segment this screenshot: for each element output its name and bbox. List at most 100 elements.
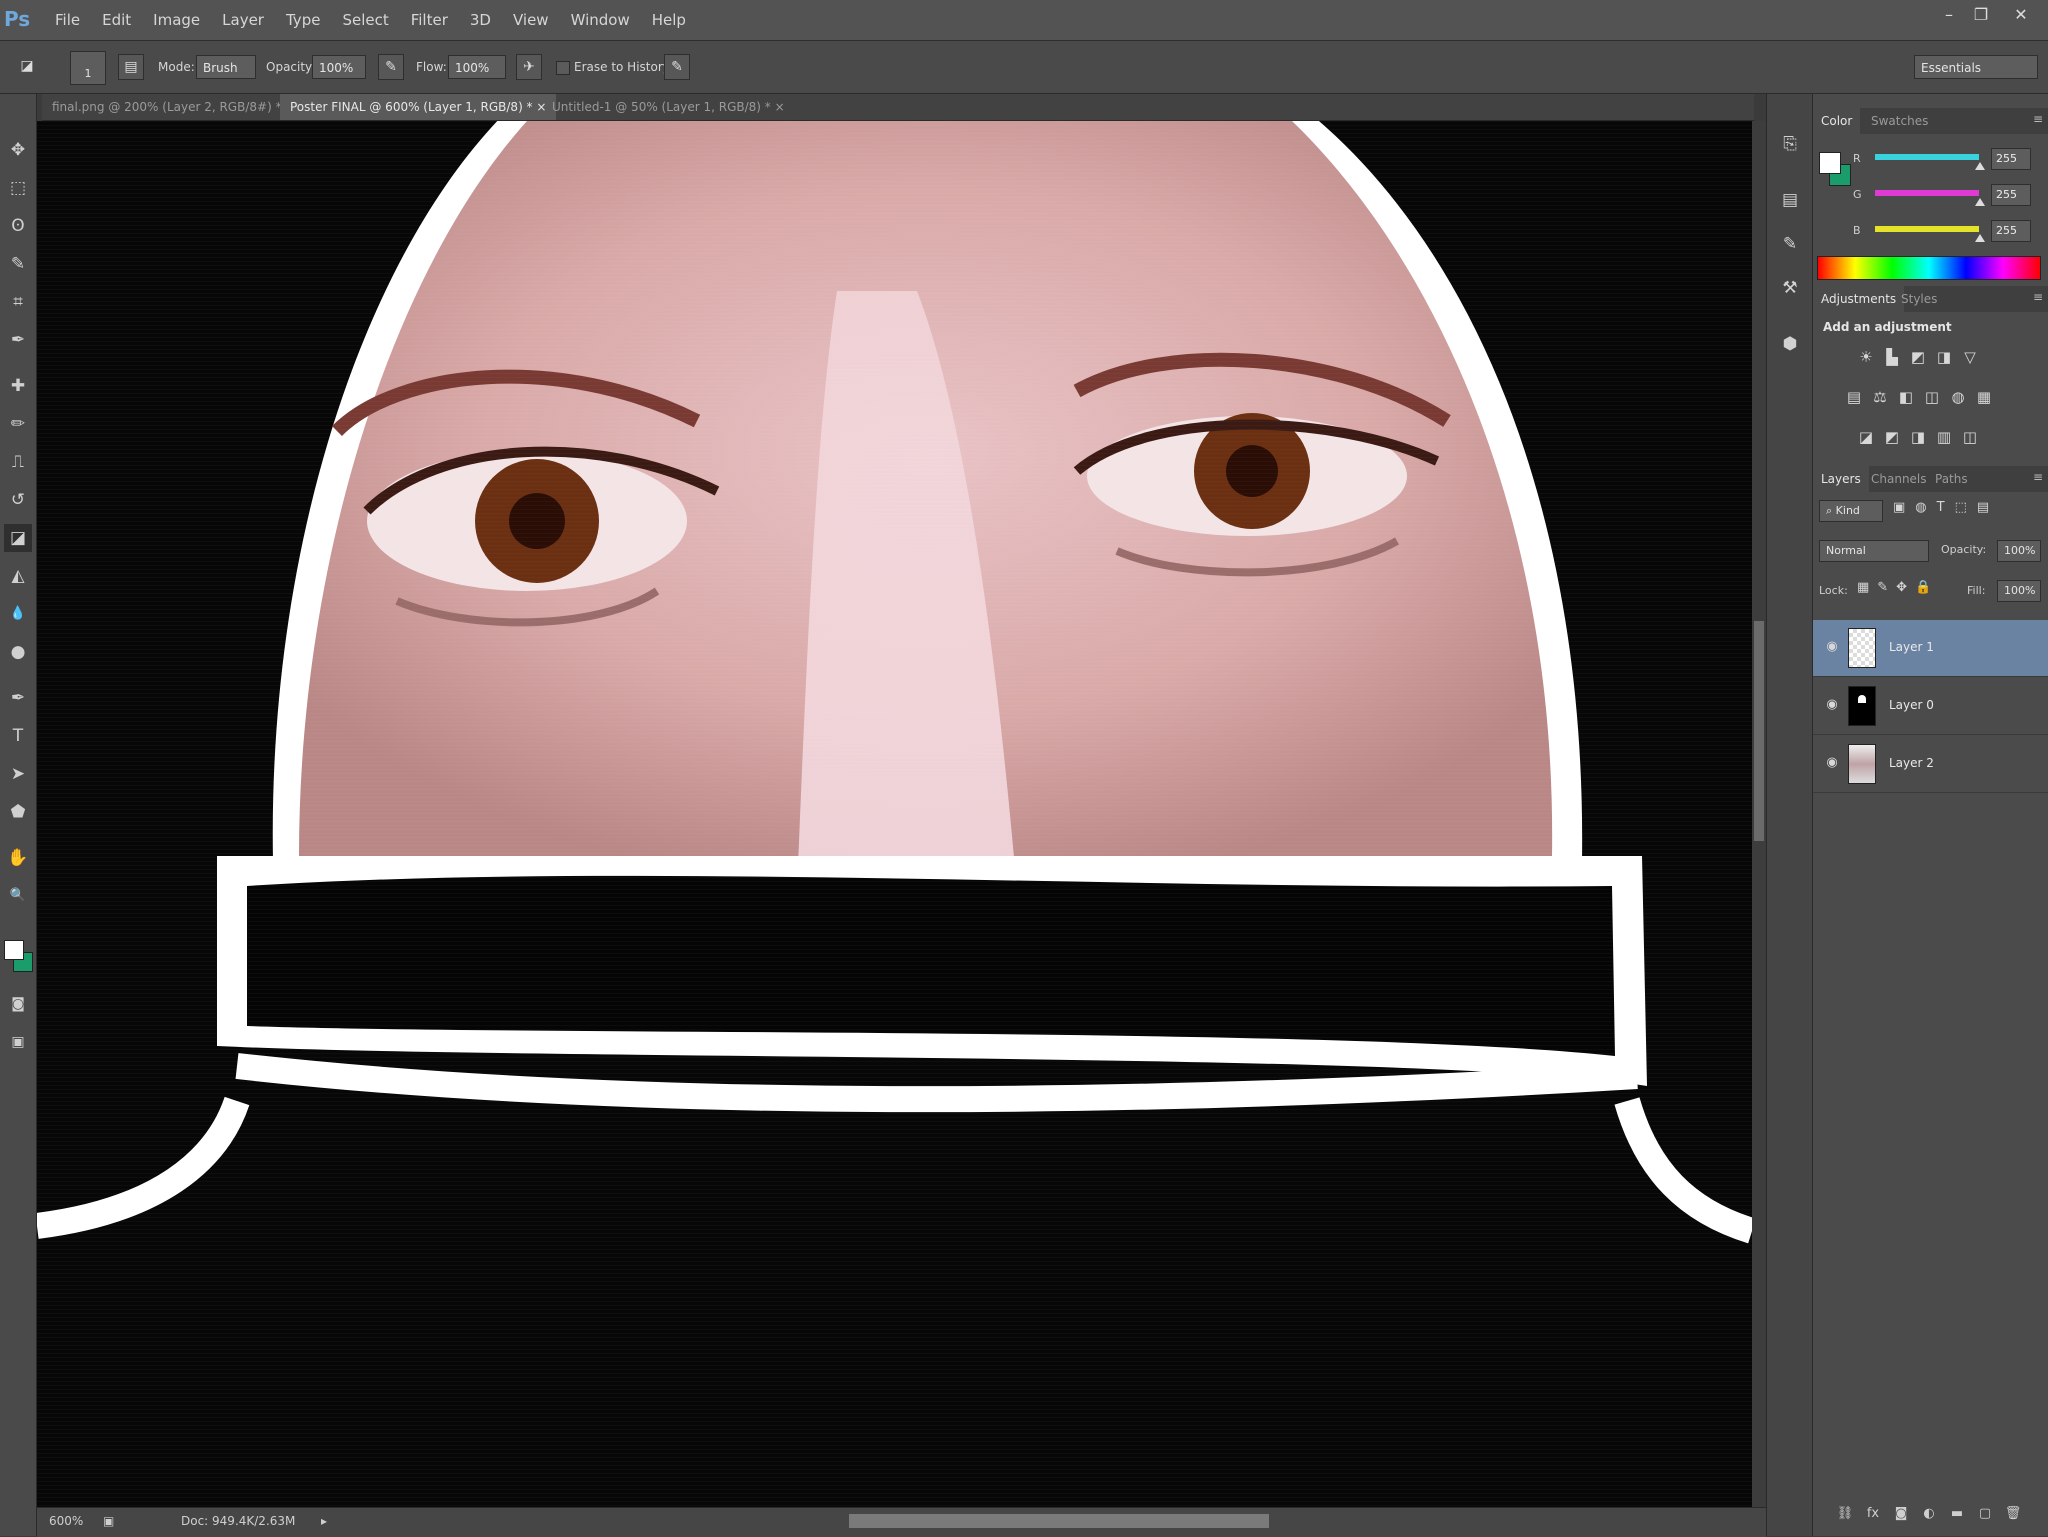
delete-layer-icon[interactable]: 🗑 xyxy=(2003,1504,2023,1524)
menu-select[interactable]: Select xyxy=(331,0,399,40)
channel-b-value[interactable]: 255 xyxy=(1991,220,2031,242)
gradient-map-icon[interactable]: ▥ xyxy=(1933,426,1955,448)
layer-fill-field[interactable]: 100% xyxy=(1997,580,2041,602)
layer-row-layer-2[interactable]: ◉ Layer 2 xyxy=(1813,736,2048,793)
menu-help[interactable]: Help xyxy=(641,0,697,40)
marquee-icon[interactable]: ⬚ xyxy=(4,174,32,202)
levels-icon[interactable]: ▙ xyxy=(1881,346,1903,368)
layer-opacity-field[interactable]: 100% xyxy=(1997,540,2041,562)
channel-g-value[interactable]: 255 xyxy=(1991,184,2031,206)
color-lookup-icon[interactable]: ▦ xyxy=(1973,386,1995,408)
tab-swatches[interactable]: Swatches xyxy=(1863,108,1936,134)
menu-view[interactable]: View xyxy=(502,0,560,40)
healing-brush-icon[interactable]: ✚ xyxy=(4,372,32,400)
pen-icon[interactable]: ✒ xyxy=(4,684,32,712)
erase-to-history-checkbox[interactable] xyxy=(556,61,570,75)
link-layers-icon[interactable]: ⛓ xyxy=(1835,1504,1855,1524)
lasso-icon[interactable]: ʘ xyxy=(4,212,32,240)
photo-filter-icon[interactable]: ◫ xyxy=(1921,386,1943,408)
pressure-opacity-icon[interactable]: ✎ xyxy=(378,54,404,80)
tab-channels[interactable]: Channels xyxy=(1863,466,1935,492)
opacity-field[interactable]: 100% xyxy=(312,55,366,79)
black-white-icon[interactable]: ◧ xyxy=(1895,386,1917,408)
blur-icon[interactable]: 💧 xyxy=(4,600,32,628)
eye-icon[interactable]: ◉ xyxy=(1823,754,1841,772)
tab-styles[interactable]: Styles xyxy=(1893,286,1945,312)
layer-style-icon[interactable]: fx xyxy=(1863,1504,1883,1524)
menu-layer[interactable]: Layer xyxy=(211,0,275,40)
exposure-icon[interactable]: ◨ xyxy=(1933,346,1955,368)
tab-color[interactable]: Color xyxy=(1813,108,1861,134)
lock-icons[interactable]: ▦✎✥🔒 xyxy=(1857,580,1939,595)
new-layer-icon[interactable]: ▢ xyxy=(1975,1504,1995,1524)
posterize-icon[interactable]: ◩ xyxy=(1881,426,1903,448)
restore-icon[interactable]: ❐ xyxy=(1968,4,1994,26)
zoom-level[interactable]: 600% xyxy=(49,1514,83,1528)
panel-menu-icon[interactable]: ≡ xyxy=(2033,112,2043,126)
status-menu-icon[interactable]: ▸ xyxy=(321,1514,327,1528)
type-icon[interactable]: T xyxy=(4,722,32,750)
invert-icon[interactable]: ◪ xyxy=(1855,426,1877,448)
close-icon[interactable]: ✕ xyxy=(2008,4,2034,26)
horizontal-scroll-thumb[interactable] xyxy=(849,1514,1269,1528)
selective-color-icon[interactable]: ◫ xyxy=(1959,426,1981,448)
path-select-icon[interactable]: ➤ xyxy=(4,760,32,788)
mode-dropdown[interactable]: Brush xyxy=(196,55,256,79)
zoom-icon[interactable]: 🔍 xyxy=(4,882,32,910)
move-icon[interactable]: ✥ xyxy=(4,136,32,164)
dodge-icon[interactable]: ● xyxy=(4,638,32,666)
menu-image[interactable]: Image xyxy=(142,0,211,40)
menu-file[interactable]: File xyxy=(44,0,91,40)
tab-paths[interactable]: Paths xyxy=(1927,466,1976,492)
pressure-size-icon[interactable]: ✎ xyxy=(664,54,690,80)
tab-final-png[interactable]: final.png @ 200% (Layer 2, RGB/8#) * × xyxy=(42,94,305,120)
tab-adjustments[interactable]: Adjustments xyxy=(1813,286,1905,312)
layer-row-layer-1[interactable]: ◉ Layer 1 xyxy=(1813,620,2048,677)
brightness-icon[interactable]: ☀ xyxy=(1855,346,1877,368)
eye-icon[interactable]: ◉ xyxy=(1823,696,1841,714)
foreground-color-swatch[interactable] xyxy=(4,940,24,960)
tab-layers[interactable]: Layers xyxy=(1813,466,1869,492)
channel-b-slider[interactable] xyxy=(1875,226,1979,232)
tab-poster-final[interactable]: Poster FINAL @ 600% (Layer 1, RGB/8) * × xyxy=(280,94,557,120)
3d-panel-icon[interactable]: ⬢ xyxy=(1776,330,1804,358)
threshold-icon[interactable]: ◨ xyxy=(1907,426,1929,448)
new-group-icon[interactable]: ▬ xyxy=(1947,1504,1967,1524)
shape-icon[interactable]: ⬟ xyxy=(4,798,32,826)
history-brush-icon[interactable]: ↺ xyxy=(4,486,32,514)
channel-r-value[interactable]: 255 xyxy=(1991,148,2031,170)
brush-presets-icon[interactable]: ✎ xyxy=(1776,230,1804,258)
vertical-scroll-thumb[interactable] xyxy=(1754,621,1764,841)
brush-icon[interactable]: ✏ xyxy=(4,410,32,438)
color-panel-foreground[interactable] xyxy=(1819,152,1841,174)
clone-stamp-icon[interactable]: ⎍ xyxy=(4,448,32,476)
screen-mode-icon[interactable]: ▣ xyxy=(4,1028,32,1056)
panel-menu-icon[interactable]: ≡ xyxy=(2033,470,2043,484)
eyedropper-icon[interactable]: ✒ xyxy=(4,326,32,354)
hand-icon[interactable]: ✋ xyxy=(4,844,32,872)
vertical-scrollbar[interactable] xyxy=(1752,121,1766,1507)
brush-size-picker[interactable]: 1 xyxy=(70,51,106,85)
vibrance-icon[interactable]: ▽ xyxy=(1959,346,1981,368)
channel-g-knob[interactable] xyxy=(1975,198,1985,206)
menu-type[interactable]: Type xyxy=(275,0,331,40)
panel-menu-icon[interactable]: ≡ xyxy=(2033,290,2043,304)
channel-mixer-icon[interactable]: ◍ xyxy=(1947,386,1969,408)
properties-panel-icon[interactable]: ▤ xyxy=(1776,186,1804,214)
document-canvas[interactable] xyxy=(37,121,1752,1507)
workspace-switcher[interactable]: Essentials xyxy=(1914,55,2038,79)
crop-icon[interactable]: ⌗ xyxy=(4,288,32,316)
menu-window[interactable]: Window xyxy=(560,0,641,40)
menu-3d[interactable]: 3D xyxy=(459,0,502,40)
blend-mode-dropdown[interactable]: Normal xyxy=(1819,540,1929,562)
channel-r-slider[interactable] xyxy=(1875,154,1979,160)
channel-g-slider[interactable] xyxy=(1875,190,1979,196)
quick-select-icon[interactable]: ✎ xyxy=(4,250,32,278)
eraser-icon[interactable]: ◪ xyxy=(4,524,32,552)
flow-field[interactable]: 100% xyxy=(448,55,506,79)
tool-presets-icon[interactable]: ⚒ xyxy=(1776,274,1804,302)
channel-r-knob[interactable] xyxy=(1975,162,1985,170)
brush-panel-icon[interactable]: ▤ xyxy=(118,54,144,80)
layer-kind-filter[interactable]: ⌕ Kind xyxy=(1819,500,1883,522)
menu-edit[interactable]: Edit xyxy=(91,0,142,40)
